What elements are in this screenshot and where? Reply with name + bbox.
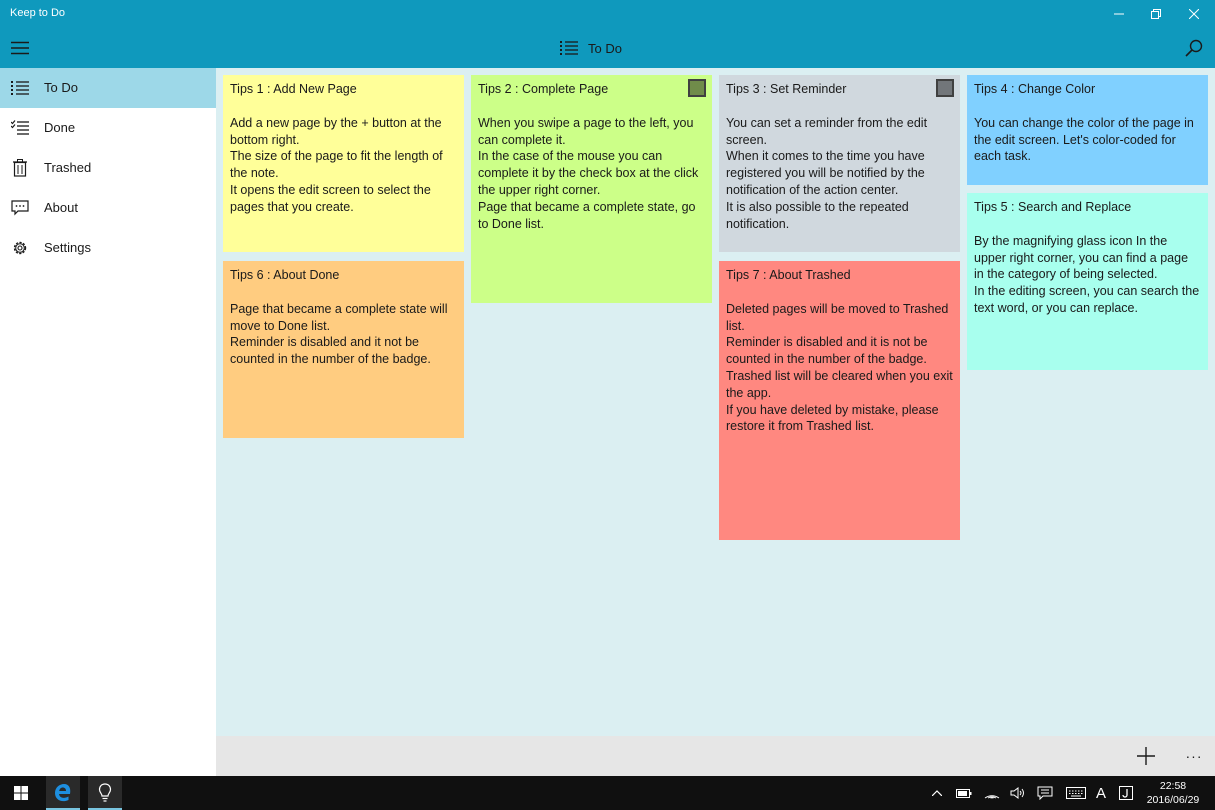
show-hidden-icons-button[interactable] [928, 776, 946, 810]
ime-mode-button[interactable] [1116, 776, 1136, 810]
sidebar-item-todo[interactable]: To Do [0, 68, 216, 108]
restore-icon [1151, 9, 1161, 19]
keyboard-icon [1066, 787, 1086, 799]
edge-taskbar-button[interactable] [46, 776, 80, 810]
note-body: You can set a reminder from the edit scr… [726, 115, 928, 231]
volume-button[interactable] [1008, 776, 1028, 810]
close-button[interactable] [1175, 0, 1213, 28]
note-card[interactable]: Tips 3 : Set Reminder You can set a remi… [719, 75, 960, 252]
sidebar-item-settings[interactable]: Settings [0, 228, 216, 268]
clock-date: 2016/06/29 [1146, 794, 1200, 806]
app-title: Keep to Do [10, 7, 66, 19]
note-card[interactable]: Tips 2 : Complete Page When you swipe a … [471, 75, 712, 303]
note-body: Deleted pages will be moved to Trashed l… [726, 301, 953, 434]
minimize-button[interactable] [1100, 0, 1138, 28]
search-icon [1185, 39, 1203, 57]
note-title: Tips 4 : Change Color [974, 82, 1096, 96]
note-card[interactable]: Tips 6 : About Done Page that became a c… [223, 261, 464, 438]
sidebar-item-done[interactable]: Done [0, 108, 216, 148]
restore-button[interactable] [1137, 0, 1175, 28]
input-method-indicator[interactable]: A [1092, 776, 1110, 810]
note-title: Tips 1 : Add New Page [230, 82, 357, 96]
clock-time: 22:58 [1159, 780, 1187, 792]
gear-icon [10, 239, 30, 257]
sidebar-item-label: To Do [44, 80, 78, 95]
list-icon [10, 79, 30, 97]
command-bar: ··· [216, 736, 1215, 776]
complete-checkbox[interactable] [688, 79, 706, 97]
edge-icon [55, 784, 71, 802]
battery-button[interactable] [954, 776, 974, 810]
sidebar-item-label: Settings [44, 240, 91, 255]
clock[interactable]: 22:58 2016/06/29 [1140, 779, 1206, 807]
ime-mode-icon [1119, 786, 1133, 800]
note-body: You can change the color of the page in … [974, 115, 1194, 164]
note-card[interactable]: Tips 4 : Change Color You can change the… [967, 75, 1208, 185]
sidebar-item-label: Done [44, 120, 76, 135]
plus-icon [1137, 747, 1155, 765]
notification-icon [1037, 786, 1053, 800]
more-options-button[interactable]: ··· [1182, 744, 1206, 768]
note-body: By the magnifying glass icon In the uppe… [974, 233, 1200, 315]
sidebar-item-about[interactable]: About [0, 188, 216, 228]
battery-icon [956, 788, 972, 798]
touch-keyboard-button[interactable] [1064, 776, 1088, 810]
search-button[interactable] [1180, 34, 1208, 62]
lightbulb-icon [98, 783, 112, 802]
speaker-icon [1010, 787, 1024, 799]
wifi-button[interactable] [982, 776, 1002, 810]
hamburger-icon [11, 41, 29, 55]
note-title: Tips 7 : About Trashed [726, 268, 851, 282]
minimize-icon [1114, 13, 1124, 15]
chevron-up-icon [932, 790, 942, 796]
windows-logo-icon [14, 786, 28, 800]
list-icon [560, 41, 578, 55]
speech-bubble-icon [10, 199, 30, 217]
page-header: To Do [560, 37, 622, 59]
title-bar: Keep to Do [0, 0, 1215, 28]
note-title: Tips 6 : About Done [230, 268, 340, 282]
note-title: Tips 2 : Complete Page [478, 82, 609, 96]
close-icon [1189, 9, 1199, 19]
note-body: When you swipe a page to the left, you c… [478, 115, 699, 231]
add-page-button[interactable] [1134, 744, 1158, 768]
sidebar-item-label: About [44, 200, 78, 215]
sidebar: To Do Done Trashed About Settings [0, 68, 216, 776]
note-body: Page that became a complete state will m… [230, 301, 448, 367]
note-card[interactable]: Tips 5 : Search and Replace By the magni… [967, 193, 1208, 370]
hamburger-menu-button[interactable] [6, 34, 34, 62]
taskbar: A 22:58 2016/06/29 [0, 776, 1215, 810]
wifi-icon [984, 795, 1000, 799]
keep-to-do-taskbar-button[interactable] [88, 776, 122, 810]
start-button[interactable] [0, 776, 42, 810]
complete-checkbox[interactable] [936, 79, 954, 97]
note-card[interactable]: Tips 1 : Add New Page Add a new page by … [223, 75, 464, 252]
action-center-button[interactable] [1034, 776, 1056, 810]
note-title: Tips 3 : Set Reminder [726, 82, 847, 96]
sidebar-item-trashed[interactable]: Trashed [0, 148, 216, 188]
page-title: To Do [588, 40, 622, 56]
sidebar-item-label: Trashed [44, 160, 92, 175]
trash-icon [10, 159, 30, 177]
checklist-icon [10, 119, 30, 137]
note-card[interactable]: Tips 7 : About Trashed Deleted pages wil… [719, 261, 960, 540]
note-title: Tips 5 : Search and Replace [974, 200, 1132, 214]
app-header: To Do [0, 28, 1215, 68]
notes-board: Tips 1 : Add New Page Add a new page by … [216, 68, 1215, 736]
note-body: Add a new page by the + button at the bo… [230, 115, 443, 214]
